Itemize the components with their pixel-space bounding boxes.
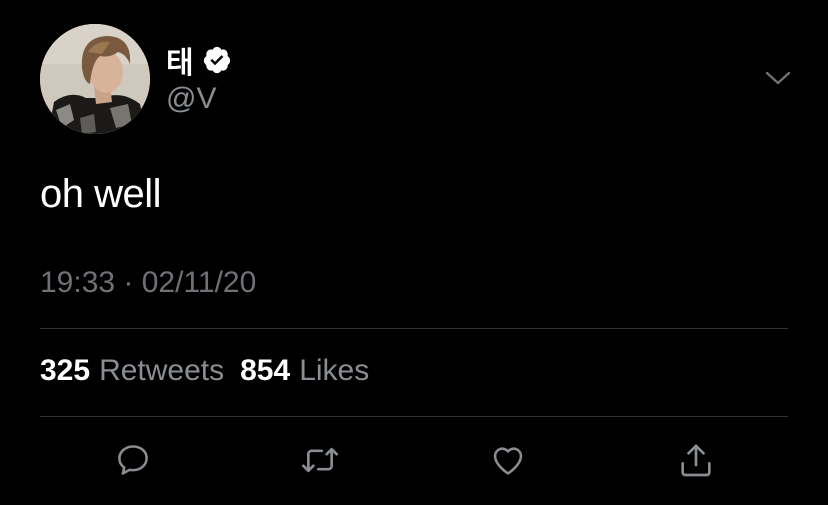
display-name[interactable]: 태 [166,38,194,82]
heart-icon [493,447,523,475]
author-name-row[interactable]: 태 [166,38,232,82]
divider [40,416,788,417]
reply-icon [118,445,148,475]
tweet-timestamp[interactable]: 19:33 · 02/11/20 [40,266,256,300]
retweets-label: Retweets [99,354,225,387]
avatar-photo [40,24,150,134]
user-handle[interactable]: @V [166,82,216,116]
retweet-button[interactable] [300,440,340,480]
tweet-text: oh well [40,172,162,216]
likes-label: Likes [299,354,370,387]
share-icon [681,444,711,477]
like-button[interactable] [488,440,528,480]
verified-badge-icon [203,46,230,74]
likes-stat[interactable]: 854 Likes [240,354,369,388]
tweet-actions-bar [0,440,828,484]
chevron-down-icon[interactable] [764,66,792,90]
retweet-icon [302,447,338,473]
engagement-stats: 325 Retweets 854 Likes [40,354,369,388]
divider [40,328,788,329]
share-button[interactable] [676,440,716,480]
avatar[interactable] [40,24,150,134]
retweets-stat[interactable]: 325 Retweets [40,354,224,388]
retweets-count: 325 [40,354,91,387]
reply-button[interactable] [113,440,153,480]
likes-count: 854 [240,354,291,387]
